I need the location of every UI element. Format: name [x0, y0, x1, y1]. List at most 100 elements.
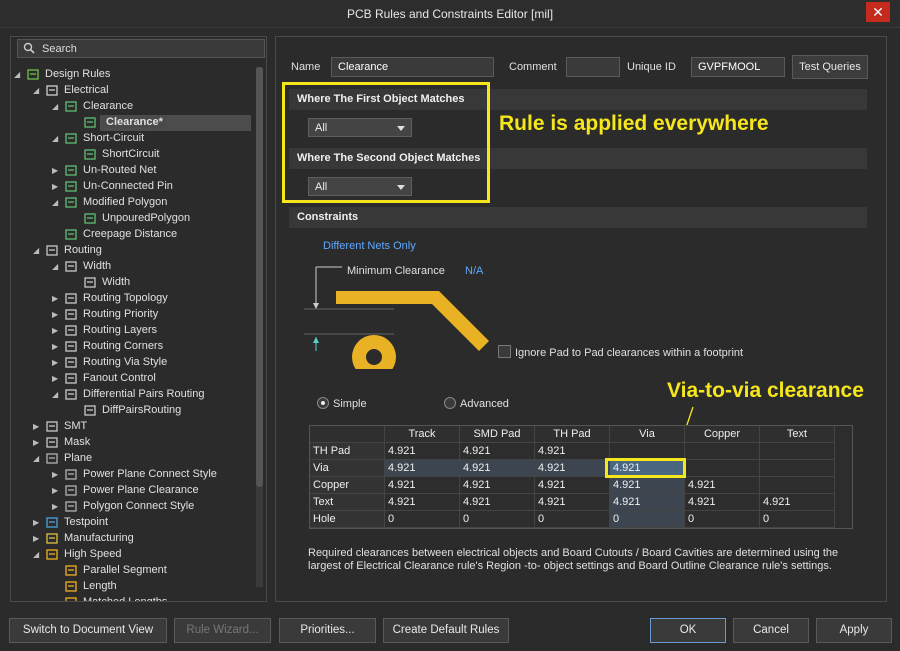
apply-button[interactable]: Apply: [816, 618, 892, 643]
expand-arrow-icon[interactable]: ◢: [33, 247, 41, 255]
tree-item[interactable]: ▶ Testpoint: [11, 515, 256, 531]
tree-item[interactable]: ShortCircuit: [11, 147, 256, 163]
collapse-arrow-icon[interactable]: ▶: [52, 183, 60, 191]
collapse-arrow-icon[interactable]: ▶: [52, 327, 60, 335]
collapse-arrow-icon[interactable]: ▶: [52, 375, 60, 383]
test-queries-button[interactable]: Test Queries: [792, 55, 868, 79]
table-cell[interactable]: 4.921: [535, 494, 610, 511]
tree-item[interactable]: ◢ Differential Pairs Routing: [11, 387, 256, 403]
tree-item[interactable]: Parallel Segment: [11, 563, 256, 579]
tree-item[interactable]: ◢ Routing: [11, 243, 256, 259]
tree-item[interactable]: Creepage Distance: [11, 227, 256, 243]
collapse-arrow-icon[interactable]: ▶: [33, 535, 41, 543]
table-cell[interactable]: 0: [685, 511, 760, 528]
create-default-rules-button[interactable]: Create Default Rules: [383, 618, 509, 643]
table-cell[interactable]: 0: [760, 511, 835, 528]
tree-item[interactable]: ◢ Design Rules: [11, 67, 256, 83]
search-input[interactable]: Search: [17, 39, 265, 58]
collapse-arrow-icon[interactable]: ▶: [52, 343, 60, 351]
table-cell[interactable]: 4.921: [610, 494, 685, 511]
tree-item[interactable]: ▶ Un-Connected Pin: [11, 179, 256, 195]
tree-item[interactable]: Length: [11, 579, 256, 595]
tree-item[interactable]: ▶ Mask: [11, 435, 256, 451]
tree-item[interactable]: UnpouredPolygon: [11, 211, 256, 227]
tree-item[interactable]: ▶ Routing Priority: [11, 307, 256, 323]
collapse-arrow-icon[interactable]: ▶: [52, 503, 60, 511]
table-cell[interactable]: 4.921: [535, 443, 610, 460]
expand-arrow-icon[interactable]: ◢: [14, 71, 22, 79]
table-cell[interactable]: 4.921: [385, 443, 460, 460]
tree-item[interactable]: ◢ Electrical: [11, 83, 256, 99]
collapse-arrow-icon[interactable]: ▶: [52, 295, 60, 303]
advanced-radio[interactable]: [444, 397, 456, 409]
table-cell[interactable]: 4.921: [385, 460, 460, 477]
tree-item[interactable]: ▶ Power Plane Connect Style: [11, 467, 256, 483]
table-cell[interactable]: 4.921: [760, 494, 835, 511]
priorities-button[interactable]: Priorities...: [279, 618, 376, 643]
table-cell[interactable]: 4.921: [535, 460, 610, 477]
tree-item[interactable]: ◢ High Speed: [11, 547, 256, 563]
table-cell[interactable]: 4.921: [385, 494, 460, 511]
switch-view-button[interactable]: Switch to Document View: [9, 618, 167, 643]
collapse-arrow-icon[interactable]: ▶: [52, 359, 60, 367]
unique-id-field[interactable]: GVPFMOOL: [691, 57, 785, 77]
collapse-arrow-icon[interactable]: ▶: [33, 439, 41, 447]
table-cell[interactable]: 0: [610, 511, 685, 528]
collapse-arrow-icon[interactable]: ▶: [52, 311, 60, 319]
table-cell[interactable]: 4.921: [610, 477, 685, 494]
expand-arrow-icon[interactable]: ◢: [52, 103, 60, 111]
tree-item[interactable]: ▶ Routing Via Style: [11, 355, 256, 371]
expand-arrow-icon[interactable]: ◢: [33, 87, 41, 95]
tree-item[interactable]: Clearance*: [11, 115, 256, 131]
expand-arrow-icon[interactable]: ◢: [33, 455, 41, 463]
rule-name-field[interactable]: Clearance: [331, 57, 494, 77]
tree-item[interactable]: ▶ Fanout Control: [11, 371, 256, 387]
collapse-arrow-icon[interactable]: ▶: [33, 423, 41, 431]
min-clearance-value[interactable]: N/A: [465, 265, 483, 277]
net-scope-link[interactable]: Different Nets Only: [323, 240, 416, 252]
expand-arrow-icon[interactable]: ◢: [52, 391, 60, 399]
table-cell[interactable]: 0: [385, 511, 460, 528]
expand-arrow-icon[interactable]: ◢: [52, 135, 60, 143]
tree-scrollbar[interactable]: [256, 67, 263, 587]
table-cell[interactable]: 0: [535, 511, 610, 528]
tree-item[interactable]: ▶ Polygon Connect Style: [11, 499, 256, 515]
tree-item[interactable]: ◢ Modified Polygon: [11, 195, 256, 211]
ok-button[interactable]: OK: [650, 618, 726, 643]
cancel-button[interactable]: Cancel: [733, 618, 809, 643]
ignore-pad-checkbox[interactable]: [498, 345, 511, 358]
table-cell[interactable]: 4.921: [535, 477, 610, 494]
collapse-arrow-icon[interactable]: ▶: [52, 471, 60, 479]
tree-item[interactable]: ▶ Power Plane Clearance: [11, 483, 256, 499]
simple-radio[interactable]: [317, 397, 329, 409]
table-cell[interactable]: 4.921: [460, 494, 535, 511]
tree-item[interactable]: Matched Lengths: [11, 595, 256, 601]
collapse-arrow-icon[interactable]: ▶: [52, 167, 60, 175]
tree-item[interactable]: DiffPairsRouting: [11, 403, 256, 419]
close-button[interactable]: ✕: [866, 2, 890, 22]
collapse-arrow-icon[interactable]: ▶: [33, 519, 41, 527]
rule-wizard-button[interactable]: Rule Wizard...: [174, 618, 271, 643]
tree-item[interactable]: Width: [11, 275, 256, 291]
table-cell[interactable]: 4.921: [385, 477, 460, 494]
tree-item[interactable]: ◢ Clearance: [11, 99, 256, 115]
tree-item[interactable]: ◢ Width: [11, 259, 256, 275]
tree-scroll-thumb[interactable]: [256, 67, 263, 487]
tree-item[interactable]: ▶ Routing Corners: [11, 339, 256, 355]
tree-item[interactable]: ◢ Plane: [11, 451, 256, 467]
comment-field[interactable]: [566, 57, 620, 77]
tree-item[interactable]: ▶ Routing Topology: [11, 291, 256, 307]
tree-item[interactable]: ▶ Manufacturing: [11, 531, 256, 547]
table-cell[interactable]: 4.921: [460, 443, 535, 460]
collapse-arrow-icon[interactable]: ▶: [52, 487, 60, 495]
tree-item[interactable]: ▶ SMT: [11, 419, 256, 435]
tree-item[interactable]: ▶ Un-Routed Net: [11, 163, 256, 179]
expand-arrow-icon[interactable]: ◢: [52, 199, 60, 207]
table-cell[interactable]: 4.921: [685, 477, 760, 494]
table-cell[interactable]: 4.921: [460, 477, 535, 494]
expand-arrow-icon[interactable]: ◢: [52, 263, 60, 271]
table-cell[interactable]: 4.921: [685, 494, 760, 511]
table-cell[interactable]: 0: [460, 511, 535, 528]
tree-item[interactable]: ▶ Routing Layers: [11, 323, 256, 339]
expand-arrow-icon[interactable]: ◢: [33, 551, 41, 559]
